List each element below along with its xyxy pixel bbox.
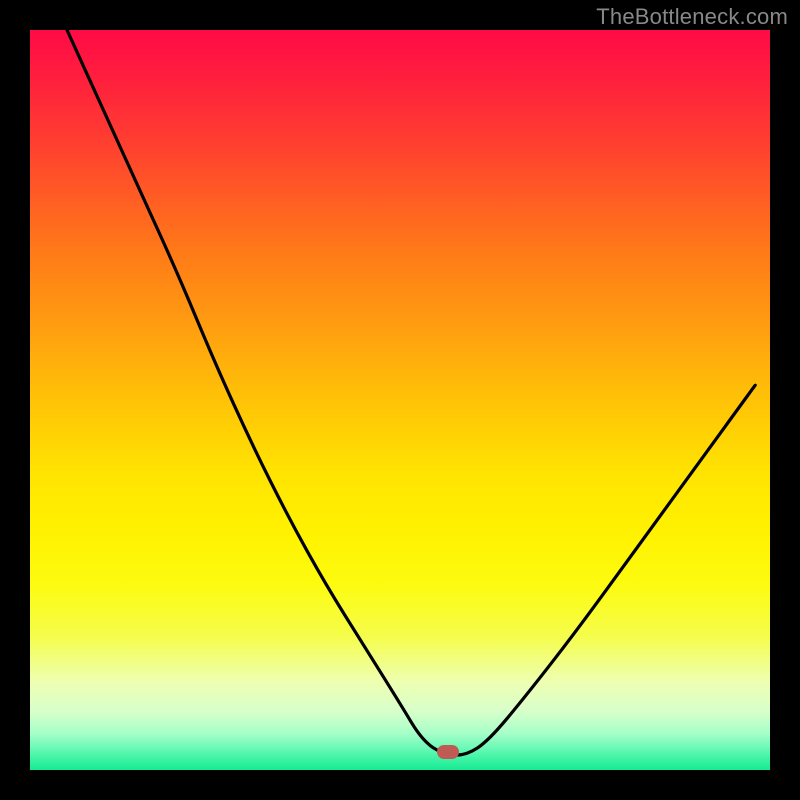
attribution-label: TheBottleneck.com	[596, 4, 788, 30]
optimal-point-marker	[437, 745, 459, 759]
chart-frame: TheBottleneck.com	[0, 0, 800, 800]
plot-area	[30, 30, 770, 770]
curve-path	[67, 30, 755, 755]
bottleneck-curve	[30, 30, 770, 770]
